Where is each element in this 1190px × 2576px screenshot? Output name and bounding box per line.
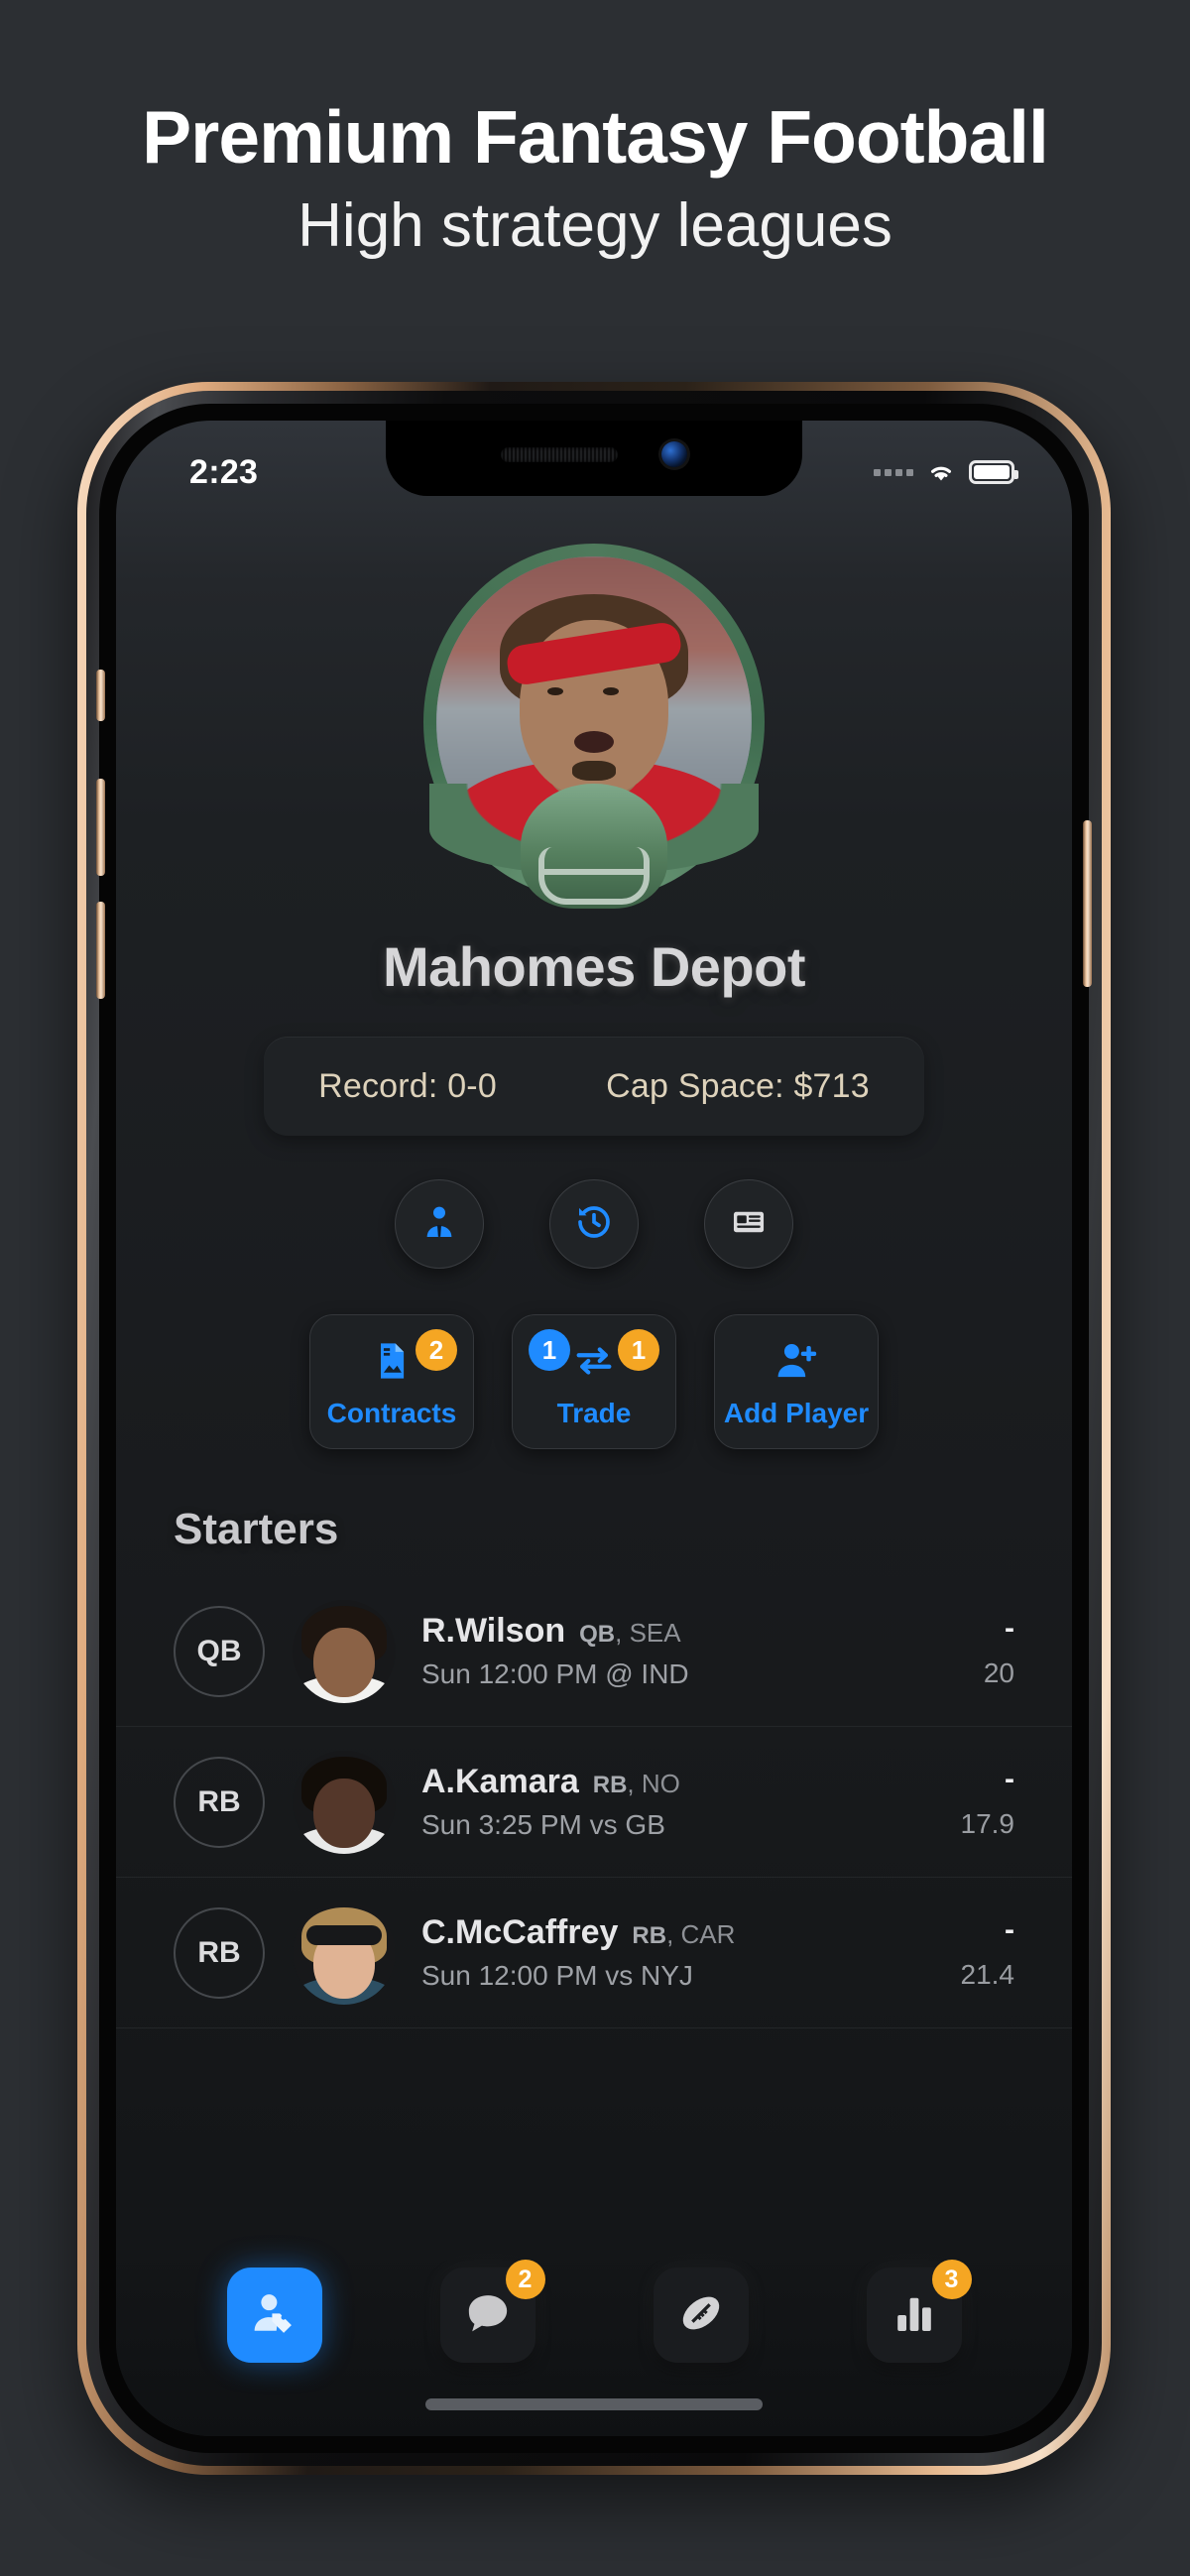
add-player-card[interactable]: Add Player xyxy=(714,1314,879,1449)
volume-down-button[interactable] xyxy=(96,902,105,999)
notch xyxy=(386,421,802,496)
trade-badge-incoming: 1 xyxy=(529,1329,570,1371)
position-badge: RB xyxy=(174,1906,265,1999)
home-indicator[interactable] xyxy=(425,2398,763,2410)
table-row[interactable]: QB R.Wilson QB, SEA Sun 12:00 PM @ IND -… xyxy=(116,1576,1072,1727)
signal-dots-icon xyxy=(874,468,913,476)
history-button[interactable] xyxy=(549,1179,639,1269)
contracts-badge: 2 xyxy=(416,1329,457,1371)
player-game-time: Sun 12:00 PM vs NYJ xyxy=(421,1960,693,1991)
position-badge: RB xyxy=(174,1756,265,1848)
player-game-time: Sun 12:00 PM @ IND xyxy=(421,1658,689,1689)
player-projected-points: 17.9 xyxy=(960,1807,1015,1839)
player-name: A.Kamara xyxy=(421,1763,579,1800)
news-button[interactable] xyxy=(704,1179,793,1269)
cap-space-label: Cap Space: $713 xyxy=(606,1066,870,1105)
contracts-label: Contracts xyxy=(326,1398,457,1428)
player-projected-points: 21.4 xyxy=(960,1958,1015,1990)
starters-section-title: Starters xyxy=(174,1505,339,1553)
history-icon xyxy=(574,1202,614,1247)
player-score: - 21.4 xyxy=(905,1912,1015,1991)
promo-header: Premium Fantasy Football High strategy l… xyxy=(0,0,1190,357)
player-pos-team: RB, NO xyxy=(592,1769,680,1798)
phone-screen: 2:23 Mahomes Depot Record: 0-0 Cap Space… xyxy=(116,421,1072,2436)
table-row[interactable]: RB C.McCaffrey RB, CAR Sun 12:00 PM vs N… xyxy=(116,1878,1072,2028)
promo-subtitle: High strategy leagues xyxy=(298,190,892,260)
action-cards-row: 2 Contracts 1 1 Trade Add Player xyxy=(116,1314,1072,1449)
player-info: C.McCaffrey RB, CAR Sun 12:00 PM vs NYJ xyxy=(421,1913,905,1992)
record-label: Record: 0-0 xyxy=(318,1066,497,1105)
player-name: R.Wilson xyxy=(421,1612,566,1650)
player-projected-points: 20 xyxy=(983,1656,1014,1688)
power-button[interactable] xyxy=(1083,820,1092,987)
quick-actions-row xyxy=(116,1179,1072,1269)
phone-inner-bezel: 2:23 Mahomes Depot Record: 0-0 Cap Space… xyxy=(86,391,1102,2466)
player-pos-team: QB, SEA xyxy=(579,1618,681,1648)
trade-badge-pending: 1 xyxy=(618,1329,659,1371)
status-clock: 2:23 xyxy=(189,452,259,491)
app-content: Mahomes Depot Record: 0-0 Cap Space: $71… xyxy=(116,421,1072,2436)
phone-frame: 2:23 Mahomes Depot Record: 0-0 Cap Space… xyxy=(77,382,1111,2475)
contracts-card[interactable]: 2 Contracts xyxy=(309,1314,474,1449)
news-icon xyxy=(730,1203,768,1246)
battery-icon xyxy=(969,460,1018,484)
player-headshot xyxy=(293,1599,396,1703)
manager-icon xyxy=(419,1202,459,1247)
front-camera-icon xyxy=(661,441,687,467)
player-actual-points: - xyxy=(1005,1611,1014,1645)
status-indicators xyxy=(874,460,1018,484)
phone-body: 2:23 Mahomes Depot Record: 0-0 Cap Space… xyxy=(96,404,1092,2453)
mute-switch[interactable] xyxy=(96,670,105,721)
helmet-icon xyxy=(521,784,667,909)
earpiece-speaker-icon xyxy=(501,446,618,462)
team-avatar[interactable] xyxy=(423,544,765,909)
player-pos-team: RB, CAR xyxy=(632,1919,736,1949)
player-headshot xyxy=(293,1901,396,2005)
add-person-icon xyxy=(774,1334,819,1388)
player-info: A.Kamara RB, NO Sun 3:25 PM vs GB xyxy=(421,1763,905,1841)
volume-up-button[interactable] xyxy=(96,779,105,876)
roster-list: QB R.Wilson QB, SEA Sun 12:00 PM @ IND -… xyxy=(116,1576,1072,2028)
team-stats-pill: Record: 0-0 Cap Space: $713 xyxy=(264,1037,924,1136)
table-row[interactable]: RB A.Kamara RB, NO Sun 3:25 PM vs GB - 1… xyxy=(116,1727,1072,1878)
position-badge: QB xyxy=(174,1605,265,1697)
player-score: - 17.9 xyxy=(905,1762,1015,1840)
manager-button[interactable] xyxy=(395,1179,484,1269)
trade-arrows-icon xyxy=(571,1334,617,1388)
player-name: C.McCaffrey xyxy=(421,1913,619,1951)
player-actual-points: - xyxy=(1005,1762,1014,1795)
trade-label: Trade xyxy=(556,1398,632,1428)
contract-document-icon xyxy=(370,1334,414,1388)
player-info: R.Wilson QB, SEA Sun 12:00 PM @ IND xyxy=(421,1612,905,1690)
player-score: - 20 xyxy=(905,1611,1014,1689)
trade-card[interactable]: 1 1 Trade xyxy=(512,1314,676,1449)
player-actual-points: - xyxy=(1005,1912,1014,1946)
player-game-time: Sun 3:25 PM vs GB xyxy=(421,1809,665,1840)
add-player-label: Add Player xyxy=(723,1398,870,1428)
wifi-icon xyxy=(925,460,957,484)
team-name: Mahomes Depot xyxy=(383,935,806,998)
promo-title: Premium Fantasy Football xyxy=(142,95,1049,179)
player-headshot xyxy=(293,1750,396,1854)
